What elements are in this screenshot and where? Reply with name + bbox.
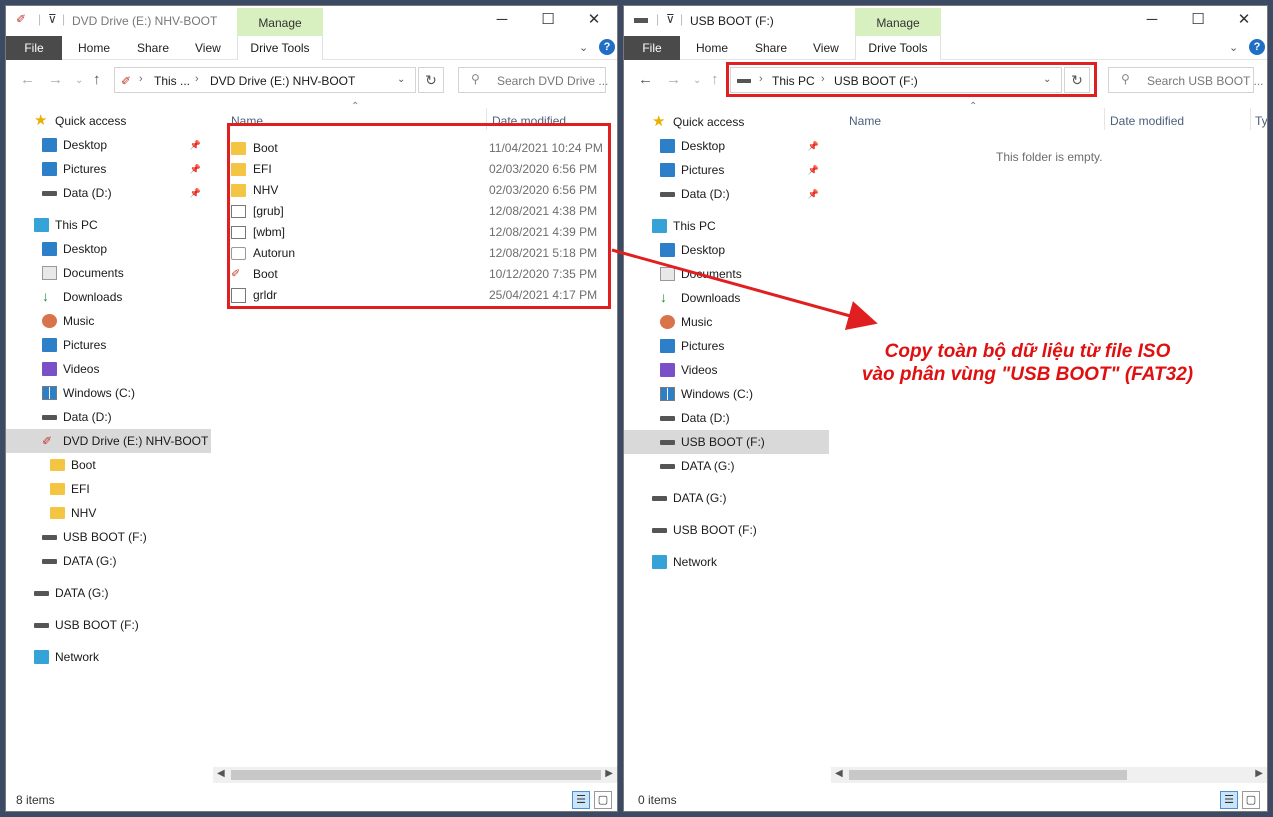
annotation-line-1: Copy toàn bộ dữ liệu từ file ISO (884, 341, 1171, 362)
annotation-text: Copy toàn bộ dữ liệu từ file ISO vào phâ… (830, 340, 1225, 386)
annotation-line-2: vào phân vùng "USB BOOT" (FAT32) (861, 364, 1194, 385)
arrow-annotation (611, 248, 878, 331)
arrow-line (611, 248, 878, 331)
